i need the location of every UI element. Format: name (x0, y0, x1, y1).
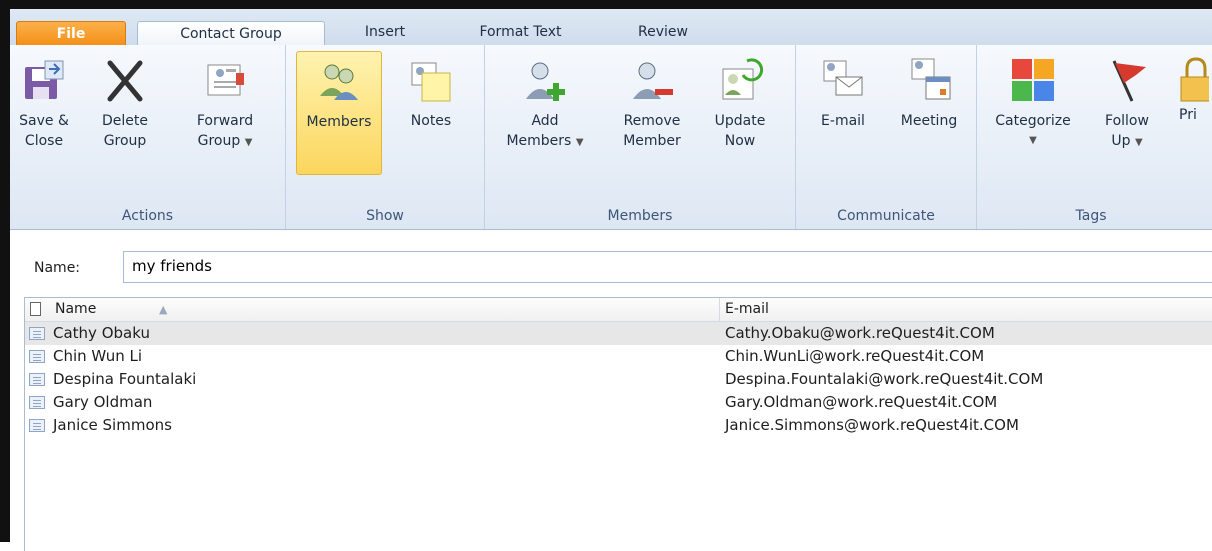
ribbon-group-tags: Categorize ▼ Follow Up ▼ Pri Tags (977, 45, 1212, 229)
save-close-icon (25, 60, 64, 99)
table-row[interactable]: Despina Fountalaki Despina.Fountalaki@wo… (25, 368, 1212, 391)
add-members-label-2: Members (506, 133, 572, 149)
table-row[interactable]: Gary Oldman Gary.Oldman@work.reQuest4it.… (25, 391, 1212, 414)
save-close-button[interactable]: Save & Close (18, 55, 70, 151)
group-label-show: Show (366, 208, 404, 224)
ribbon: Save & Close Delete Group Forward Group … (10, 45, 1212, 230)
name-bar: Name: (10, 230, 1212, 298)
ribbon-tab-bar: File Contact Group Insert Format Text Re… (10, 9, 1212, 49)
contact-card-icon (29, 396, 45, 409)
add-members-label-1: Add (531, 113, 559, 129)
member-name: Gary Oldman (53, 393, 153, 411)
lock-icon (1180, 57, 1209, 102)
tab-review[interactable]: Review (618, 20, 708, 45)
member-email: Gary.Oldman@work.reQuest4it.COM (725, 393, 998, 411)
notes-button[interactable]: Notes (398, 55, 464, 131)
member-name: Janice Simmons (53, 416, 172, 434)
follow-up-label-2: Up (1111, 133, 1131, 149)
delete-x-icon (107, 60, 143, 102)
ribbon-group-show: Members Notes Show (286, 45, 485, 229)
member-email: Despina.Fountalaki@work.reQuest4it.COM (725, 370, 1044, 388)
update-now-button[interactable]: Update Now (697, 55, 783, 151)
delete-group-button[interactable]: Delete Group (88, 55, 162, 151)
meeting-icon (911, 58, 951, 100)
group-label-actions: Actions (121, 208, 174, 224)
categorize-button[interactable]: Categorize ▼ (985, 55, 1081, 151)
member-name: Despina Fountalaki (53, 370, 197, 388)
follow-up-button[interactable]: Follow Up ▼ (1089, 55, 1165, 153)
ribbon-group-members: Add Members ▼ Remove Member Update Now M… (485, 45, 796, 229)
contact-card-icon (29, 327, 45, 340)
forward-group-label-1: Forward (196, 113, 254, 129)
forward-group-button[interactable]: Forward Group ▼ (180, 55, 270, 153)
update-now-label-1: Update (714, 113, 766, 129)
member-email: Chin.WunLi@work.reQuest4it.COM (725, 347, 985, 365)
private-label: Pri (1179, 107, 1197, 123)
forward-group-label-2: Group (197, 133, 241, 149)
column-header-email[interactable]: E-mail (725, 301, 769, 317)
private-button[interactable]: Pri (1179, 55, 1209, 125)
dropdown-arrow-icon: ▼ (1029, 135, 1037, 146)
email-icon (823, 60, 863, 96)
categorize-label: Categorize (995, 113, 1071, 129)
column-header-name[interactable]: Name (55, 301, 96, 317)
add-members-button[interactable]: Add Members ▼ (501, 55, 589, 153)
follow-up-label-1: Follow (1105, 113, 1149, 129)
delete-group-label-2: Group (103, 133, 147, 149)
forward-group-icon (207, 64, 244, 96)
categorize-icon (1012, 59, 1054, 101)
member-name: Chin Wun Li (53, 347, 143, 365)
add-member-icon (526, 62, 565, 101)
tab-file[interactable]: File (16, 21, 126, 48)
name-field[interactable] (123, 251, 1212, 283)
meeting-label: Meeting (900, 113, 958, 129)
remove-member-label-2: Member (623, 133, 681, 149)
members-label: Members (306, 114, 372, 130)
save-close-label-1: Save & (19, 113, 69, 129)
update-now-label-2: Now (724, 133, 756, 149)
save-close-label-2: Close (24, 133, 64, 149)
members-icon (320, 64, 358, 100)
table-row[interactable]: Janice Simmons Janice.Simmons@work.reQue… (25, 414, 1212, 437)
email-button[interactable]: E-mail (800, 55, 886, 131)
ribbon-group-communicate: E-mail Meeting Communicate (796, 45, 977, 229)
contact-card-icon (29, 419, 45, 432)
dropdown-arrow-icon: ▼ (1134, 137, 1143, 148)
member-name: Cathy Obaku (53, 324, 150, 342)
column-separator[interactable] (719, 298, 720, 321)
sort-ascending-icon: ▲ (159, 303, 168, 316)
meeting-button[interactable]: Meeting (888, 55, 970, 131)
remove-member-icon (633, 62, 673, 99)
table-row[interactable]: Chin Wun Li Chin.WunLi@work.reQuest4it.C… (25, 345, 1212, 368)
group-label-tags: Tags (1075, 208, 1107, 224)
ribbon-group-actions: Save & Close Delete Group Forward Group … (10, 45, 286, 229)
notes-icon (411, 62, 451, 102)
window: File Contact Group Insert Format Text Re… (0, 0, 1212, 551)
delete-group-label-1: Delete (102, 113, 148, 129)
name-input[interactable] (124, 252, 1040, 280)
contact-card-icon (29, 350, 45, 363)
members-button[interactable]: Members (296, 51, 382, 175)
tab-format-text[interactable]: Format Text (458, 20, 583, 45)
remove-member-label-1: Remove (623, 113, 681, 129)
members-list: Name ▲ E-mail Cathy Obaku Cathy.Obaku@wo… (24, 297, 1212, 551)
group-label-members: Members (607, 208, 673, 224)
contact-card-icon (29, 373, 45, 386)
notes-label: Notes (410, 113, 452, 129)
list-header: Name ▲ E-mail (25, 298, 1212, 322)
dropdown-arrow-icon: ▼ (244, 137, 253, 148)
table-row[interactable]: Cathy Obaku Cathy.Obaku@work.reQuest4it.… (25, 322, 1212, 345)
name-label: Name: (34, 260, 81, 276)
group-label-communicate: Communicate (837, 208, 935, 224)
tab-insert[interactable]: Insert (340, 20, 430, 45)
update-now-icon (722, 58, 764, 100)
member-email: Cathy.Obaku@work.reQuest4it.COM (725, 324, 995, 342)
dropdown-arrow-icon: ▼ (575, 137, 584, 148)
icon-column-header-icon[interactable] (30, 302, 41, 316)
email-label: E-mail (821, 113, 865, 129)
remove-member-button[interactable]: Remove Member (615, 55, 689, 151)
member-email: Janice.Simmons@work.reQuest4it.COM (725, 416, 1019, 434)
flag-icon (1112, 60, 1146, 102)
